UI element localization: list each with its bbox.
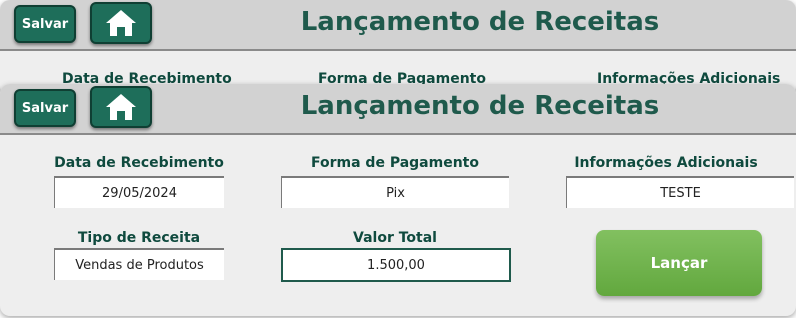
forma-pagamento-field[interactable]: Pix [281,176,509,208]
background-home-button[interactable] [90,2,152,44]
home-button[interactable] [90,86,152,128]
valor-total-field[interactable]: 1.500,00 [281,248,511,282]
valor-total-label: Valor Total [353,230,437,246]
forma-pagamento-label: Forma de Pagamento [311,155,479,171]
title-bar: Salvar Lançamento de Receitas [0,84,796,135]
background-title-bar: Salvar Lançamento de Receitas [0,0,796,51]
data-recebimento-field[interactable]: 29/05/2024 [54,176,224,208]
background-save-button[interactable]: Salvar [14,5,76,43]
save-button[interactable]: Salvar [14,89,76,127]
info-adicionais-field[interactable]: TESTE [566,176,794,208]
data-recebimento-label: Data de Recebimento [54,155,224,171]
lancar-button[interactable]: Lançar [596,230,762,296]
home-icon [106,10,136,36]
tipo-receita-label: Tipo de Receita [77,230,201,246]
background-page-title: Lançamento de Receitas [300,7,660,37]
info-adicionais-label: Informações Adicionais [574,155,758,171]
tipo-receita-field[interactable]: Vendas de Produtos [54,248,224,280]
main-window: Salvar Lançamento de Receitas Data de Re… [0,84,796,316]
home-icon [106,94,136,120]
page-title: Lançamento de Receitas [300,91,660,121]
background-window: Salvar Lançamento de Receitas Data de Re… [0,0,796,96]
